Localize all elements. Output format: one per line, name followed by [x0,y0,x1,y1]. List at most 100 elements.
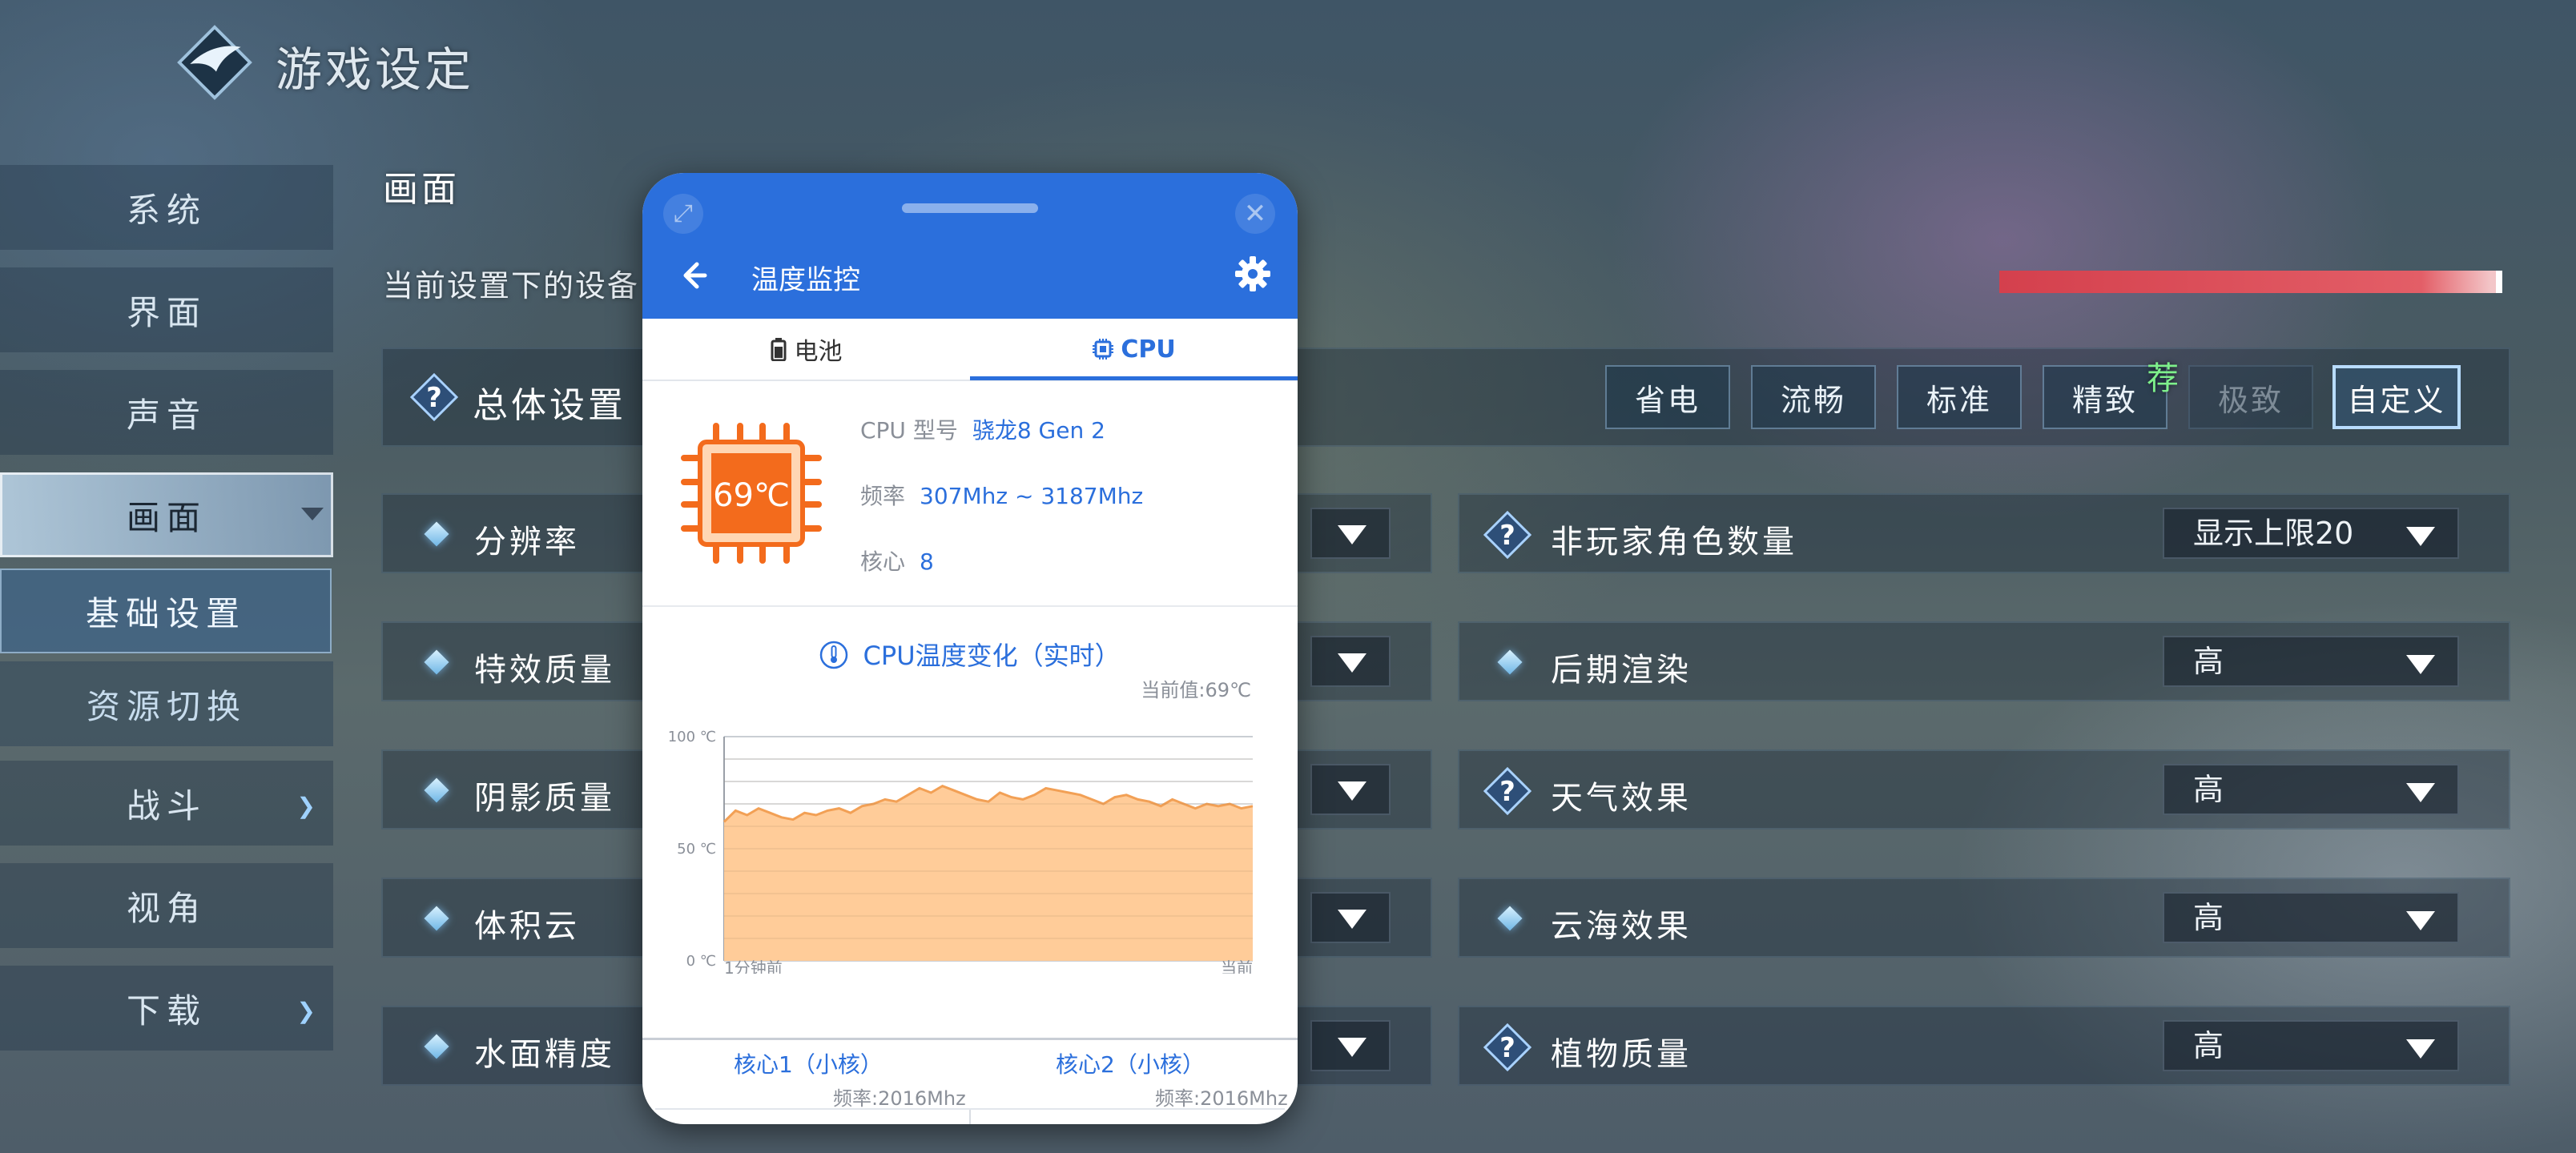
water-precision-dropdown[interactable] [1310,1020,1391,1071]
x-tick-label: 当前 [1221,958,1253,974]
cpu-temperature-value: 69℃ [713,477,790,514]
sidebar-item-label: 资源切换 [86,686,247,726]
dropdown-value: 显示上限20 [2193,516,2354,551]
post-processing-dropdown[interactable]: 高 [2163,636,2459,687]
svg-text:?: ? [1499,776,1515,808]
cpu-model-line: CPU 型号 骁龙8 Gen 2 [860,413,1105,445]
setting-row: 云海效果 高 [1458,878,2510,958]
cpu-temperature-chart: 100 ℃ 50 ℃ 0 ℃ 1分钟前 当前 [668,729,1254,974]
sidebar-item-sound[interactable]: 声音 [0,370,333,455]
tab-battery[interactable]: 电池 [642,319,970,380]
setting-row: ? 非玩家角色数量 显示上限20 [1458,493,2510,573]
cpu-frequency-label: 频率 [860,483,906,509]
sidebar-item-label: 战斗 [126,785,207,826]
svg-text:?: ? [426,382,442,414]
cpu-model-label: CPU 型号 [860,417,958,444]
divider [642,605,1298,607]
cloud-sea-dropdown[interactable]: 高 [2163,892,2459,943]
chevron-down-icon [301,508,324,520]
dropdown-arrow-icon [2406,527,2435,546]
dropdown-arrow-icon [2406,911,2435,930]
help-icon[interactable]: ? [1483,767,1532,815]
popup-title: 温度监控 [751,264,860,296]
close-icon[interactable]: ✕ [1235,194,1275,234]
setting-label: 水面精度 [474,1036,615,1073]
help-icon[interactable]: ? [1483,1023,1532,1071]
sidebar-subitem-basic[interactable]: 基础设置 [0,568,332,653]
setting-label: 非玩家角色数量 [1551,524,1797,560]
resolution-dropdown[interactable] [1310,508,1391,559]
sidebar-item-download[interactable]: 下载 ❯ [0,966,333,1051]
setting-label: 后期渲染 [1551,652,1692,689]
y-tick-label: 0 ℃ [686,953,716,970]
back-arrow-icon[interactable] [673,256,711,295]
diamond-icon [424,906,449,931]
setting-label: 体积云 [474,908,580,945]
sidebar-item-label: 系统 [126,190,207,230]
sidebar-subitem-resource[interactable]: 资源切换 [0,661,333,746]
core-1-label: 核心1（小核） [734,1051,883,1078]
y-tick-label: 50 ℃ [677,841,716,858]
x-tick-label: 1分钟前 [724,958,783,974]
setting-row: ? 植物质量 高 [1458,1006,2510,1086]
weather-effect-dropdown[interactable]: 高 [2163,764,2459,815]
diamond-icon [424,1034,449,1059]
cpu-frequency-line: 频率 307Mhz ~ 3187Mhz [860,479,1143,511]
help-icon[interactable]: ? [410,373,458,421]
page-title: 游戏设定 [276,42,475,97]
dropdown-arrow-icon [2406,783,2435,802]
dropdown-arrow-icon [1338,525,1366,544]
preset-smooth-button[interactable]: 流畅 [1751,365,1876,429]
preset-standard-button[interactable]: 标准 [1897,365,2022,429]
dropdown-arrow-icon [1338,1038,1366,1057]
sidebar-item-graphics[interactable]: 画面 [0,472,333,557]
effects-quality-dropdown[interactable] [1310,636,1391,687]
npc-count-dropdown[interactable]: 显示上限20 [2163,508,2459,559]
diamond-icon [1497,649,1523,675]
preset-custom-button[interactable]: 自定义 [2332,365,2461,429]
help-icon[interactable]: ? [1483,511,1532,559]
core-2-label: 核心2（小核） [1056,1051,1205,1078]
tab-label: 电池 [794,338,843,366]
section-title: 画面 [383,169,460,210]
current-value-label: 当前值:69℃ [1141,679,1251,701]
shadow-quality-dropdown[interactable] [1310,764,1391,815]
setting-label: 阴影质量 [474,780,615,817]
gear-icon[interactable] [1234,255,1272,293]
sidebar-item-camera[interactable]: 视角 [0,863,333,948]
divider [969,1110,971,1124]
tab-label: CPU [1121,335,1176,364]
vegetation-quality-dropdown[interactable]: 高 [2163,1020,2459,1071]
sidebar-item-system[interactable]: 系统 [0,165,333,250]
diamond-icon [424,777,449,803]
device-description: 当前设置下的设备 [383,268,640,303]
drag-handle[interactable] [902,203,1038,213]
dropdown-arrow-icon [1338,910,1366,929]
cpu-cores-value: 8 [920,548,934,575]
dropdown-arrow-icon [2406,655,2435,674]
overall-settings-label: 总体设置 [473,385,626,426]
preset-power-saving-button[interactable]: 省电 [1605,365,1730,429]
setting-label: 特效质量 [474,652,615,689]
svg-text:?: ? [1499,1032,1515,1064]
expand-icon[interactable]: ⤢ [663,194,703,234]
tab-underline [970,376,1298,380]
cpu-frequency-value: 307Mhz ~ 3187Mhz [920,483,1144,509]
sidebar-item-label: 下载 [126,990,207,1030]
setting-label: 分辨率 [474,524,580,560]
core-2-frequency: 频率:2016Mhz [1155,1087,1288,1110]
diamond-icon [1497,906,1523,931]
setting-label: 云海效果 [1551,908,1692,945]
tab-cpu[interactable]: CPU [970,319,1298,380]
dropdown-arrow-icon [2406,1039,2435,1059]
sidebar-item-label: 界面 [126,292,207,332]
sidebar-item-combat[interactable]: 战斗 ❯ [0,761,333,846]
volumetric-cloud-dropdown[interactable] [1310,892,1391,943]
sidebar-item-interface[interactable]: 界面 [0,267,333,352]
setting-row: 后期渲染 高 [1458,621,2510,701]
cpu-model-value: 骁龙8 Gen 2 [972,417,1105,444]
sidebar-item-label: 画面 [126,497,207,537]
dropdown-value: 高 [2193,644,2224,679]
popup-header: ⤢ ✕ 温度监控 [642,173,1298,319]
chevron-right-icon: ❯ [296,998,322,1024]
